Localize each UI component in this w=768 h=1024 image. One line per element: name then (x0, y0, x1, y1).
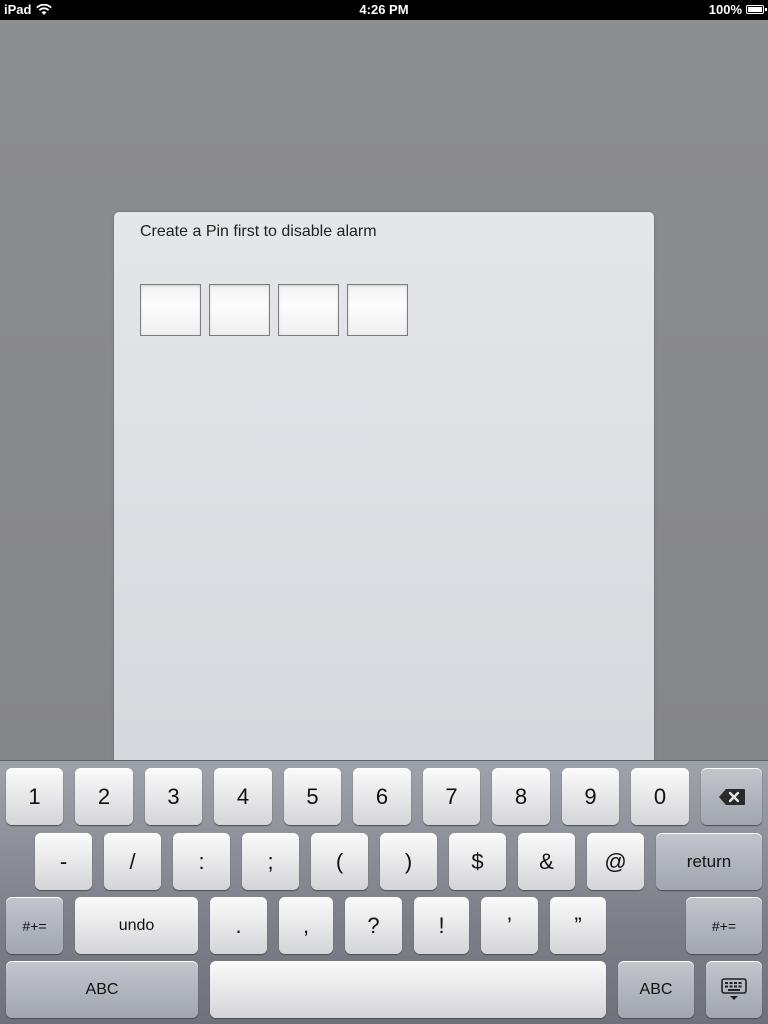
key-question[interactable]: ? (345, 897, 402, 954)
key-dollar[interactable]: $ (449, 833, 506, 890)
key-slash[interactable]: / (104, 833, 161, 890)
space-key[interactable] (210, 961, 606, 1018)
key-hyphen[interactable]: - (35, 833, 92, 890)
return-key[interactable]: return (656, 833, 762, 890)
key-3[interactable]: 3 (145, 768, 202, 825)
key-8[interactable]: 8 (492, 768, 550, 825)
key-1[interactable]: 1 (6, 768, 63, 825)
onscreen-keyboard: 1 2 3 4 5 6 7 8 9 0 - / : ; ( ) $ & @ re… (0, 760, 768, 1024)
delete-key[interactable] (701, 768, 762, 825)
symbols-key-right[interactable]: #+= (686, 897, 762, 954)
key-2[interactable]: 2 (75, 768, 133, 825)
pin-input-group (140, 284, 408, 336)
key-open-paren[interactable]: ( (311, 833, 368, 890)
key-exclamation[interactable]: ! (414, 897, 469, 954)
pin-digit-4[interactable] (347, 284, 408, 336)
key-colon[interactable]: : (173, 833, 230, 890)
key-5[interactable]: 5 (284, 768, 341, 825)
key-at[interactable]: @ (587, 833, 644, 890)
status-bar: iPad 4:26 PM 100% (0, 0, 768, 20)
battery-percent: 100% (708, 2, 742, 17)
undo-key[interactable]: undo (75, 897, 198, 954)
key-apostrophe[interactable]: ’ (481, 897, 538, 954)
key-4[interactable]: 4 (214, 768, 272, 825)
status-right: 100% (708, 2, 767, 17)
battery-icon (746, 5, 767, 14)
abc-key-left[interactable]: ABC (6, 961, 198, 1018)
dialog-title: Create a Pin first to disable alarm (140, 223, 377, 240)
status-time: 4:26 PM (359, 2, 409, 17)
pin-digit-1[interactable] (140, 284, 201, 336)
key-period[interactable]: . (210, 897, 267, 954)
key-6[interactable]: 6 (353, 768, 411, 825)
key-0[interactable]: 0 (631, 768, 689, 825)
key-quote[interactable]: ” (550, 897, 606, 954)
pin-dialog: Create a Pin first to disable alarm (114, 212, 654, 772)
abc-key-right[interactable]: ABC (618, 961, 694, 1018)
pin-digit-3[interactable] (278, 284, 339, 336)
key-close-paren[interactable]: ) (380, 833, 437, 890)
symbols-key-left[interactable]: #+= (6, 897, 63, 954)
backspace-icon (718, 788, 746, 806)
hide-keyboard-key[interactable] (706, 961, 762, 1018)
key-comma[interactable]: , (279, 897, 333, 954)
key-ampersand[interactable]: & (518, 833, 575, 890)
key-9[interactable]: 9 (562, 768, 619, 825)
keyboard-hide-icon (721, 977, 747, 1002)
pin-digit-2[interactable] (209, 284, 270, 336)
key-7[interactable]: 7 (423, 768, 480, 825)
key-semicolon[interactable]: ; (242, 833, 299, 890)
